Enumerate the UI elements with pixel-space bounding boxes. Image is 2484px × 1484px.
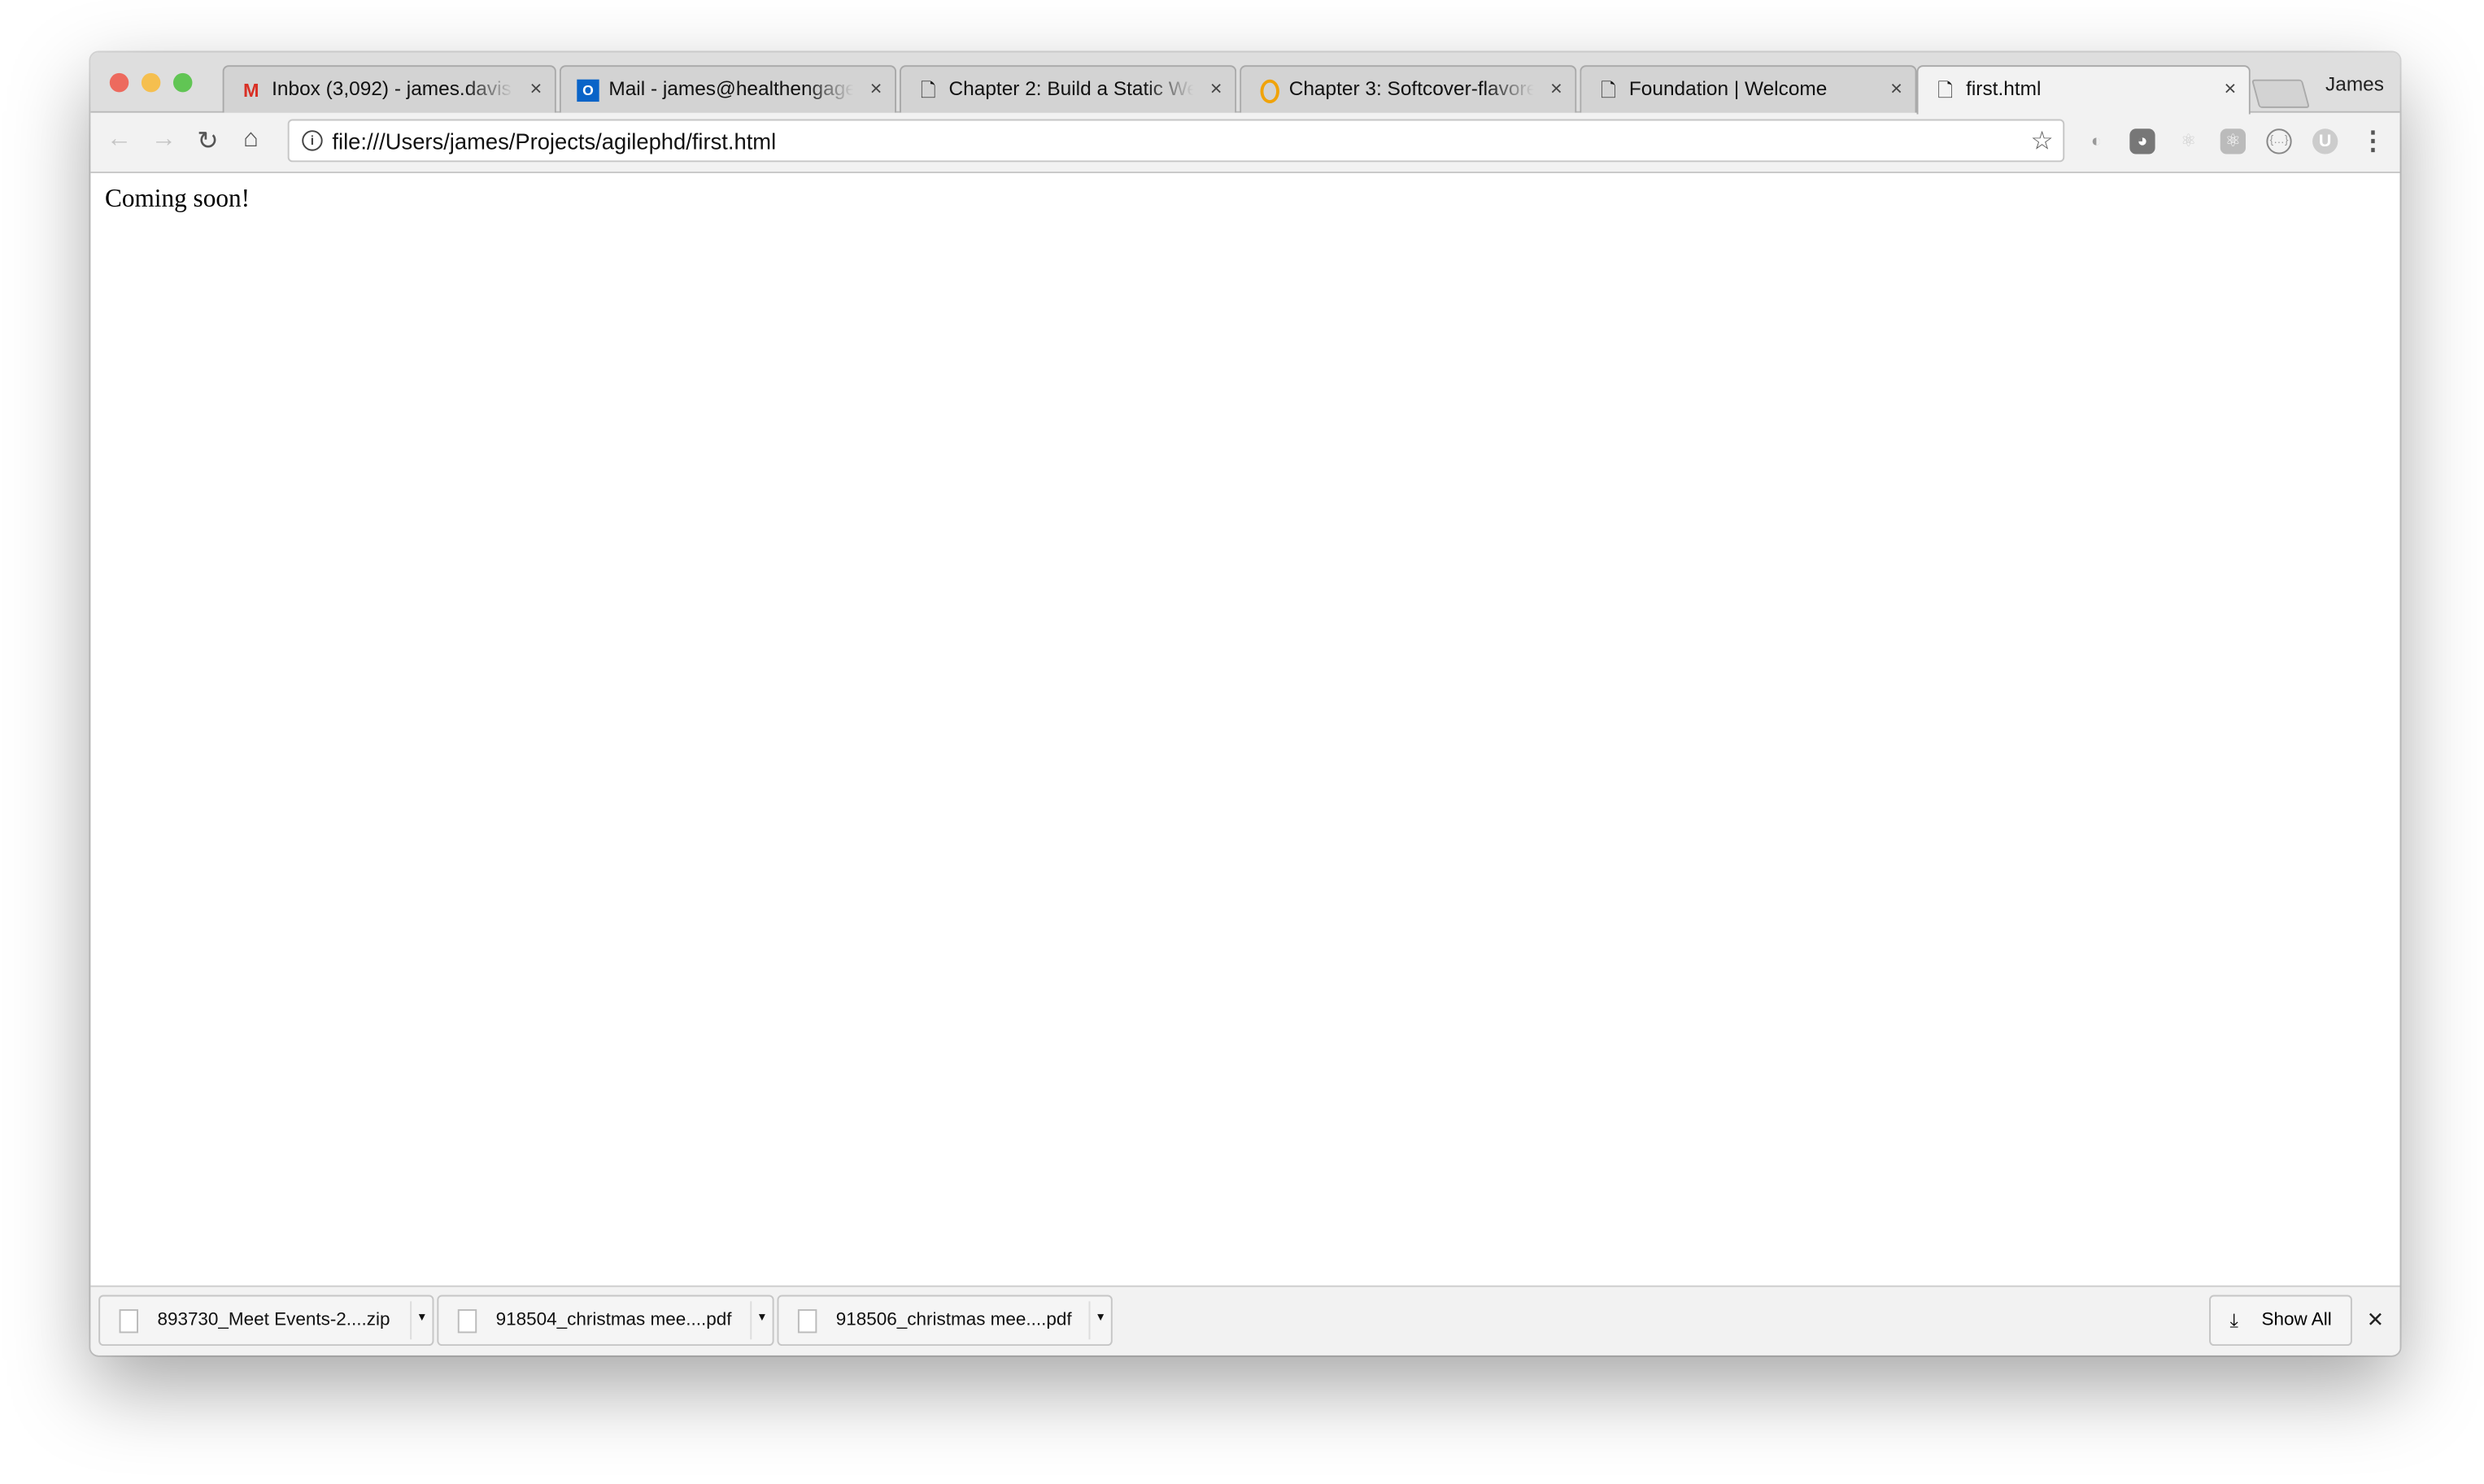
json-viewer-icon[interactable]: {…} [2266,128,2292,154]
close-tab-icon[interactable]: × [1550,76,1562,100]
reload-icon[interactable]: ↻ [197,125,218,157]
toolbar: ← → ↻ ⌂ i file:///Users/james/Projects/a… [90,112,2400,173]
profile-button[interactable]: James [2325,73,2384,95]
download-icon: ⤓ [2229,1309,2238,1332]
tab-strip: M Inbox (3,092) - james.davis × O Mail -… [90,52,2400,115]
close-tab-icon[interactable]: × [529,76,542,100]
tab-inbox[interactable]: M Inbox (3,092) - james.davis × [222,65,556,113]
forward-arrow-icon[interactable]: → [151,125,176,154]
close-tab-icon[interactable]: × [870,76,882,100]
download-item[interactable]: 918506_christmas mee....pdf ▼ [777,1295,1113,1347]
pdf-file-icon [797,1309,817,1334]
home-icon[interactable]: ⌂ [243,125,259,154]
ublock-icon[interactable]: U [2312,128,2338,154]
close-window-button[interactable] [109,72,129,93]
browser-window: M Inbox (3,092) - james.davis × O Mail -… [90,52,2400,1356]
gmail-icon: M [242,79,259,102]
download-item[interactable]: 893730_Meet Events-2....zip ▼ [98,1295,434,1347]
dropdown-arrow-icon[interactable]: ▼ [410,1301,432,1340]
address-bar[interactable]: i file:///Users/james/Projects/agilephd/… [287,119,2065,163]
back-arrow-icon[interactable]: ← [107,125,132,154]
tab-chapter-2[interactable]: 🗋 Chapter 2: Build a Static Website × [899,65,1237,113]
dropdown-arrow-icon[interactable]: ▼ [1088,1301,1110,1340]
url-text[interactable]: file:///Users/james/Projects/agilephd/fi… [332,128,776,154]
new-tab-button[interactable] [2251,79,2310,108]
zoom-window-button[interactable] [172,72,193,93]
outlook-icon: O [577,79,599,102]
minimize-window-button[interactable] [141,72,161,93]
close-tab-icon[interactable]: × [1890,76,1902,100]
info-icon[interactable]: i [302,130,323,151]
document-icon: 🗋 [920,79,936,102]
extension-1-icon[interactable]: ◐ [2084,128,2109,154]
close-tab-icon[interactable]: × [1210,76,1222,100]
pdf-file-icon [457,1309,477,1334]
downloads-bar: 893730_Meet Events-2....zip ▼ 918504_chr… [90,1285,2400,1356]
tab-first-html[interactable]: 🗋 first.html × [1916,65,2251,115]
close-tab-icon[interactable]: × [2224,76,2236,100]
tab-chapter-3[interactable]: Chapter 3: Softcover-flavored × [1240,65,1577,113]
page-content: Coming soon! [90,172,2400,1286]
dropdown-arrow-icon[interactable]: ▼ [750,1301,772,1340]
tab-foundation[interactable]: 🗋 Foundation | Welcome × [1580,65,1917,113]
menu-kebab-icon[interactable]: ⋮ [2360,125,2386,157]
document-icon: 🗋 [1601,79,1616,102]
coming-soon-text: Coming soon! [104,185,251,213]
close-downloads-icon[interactable]: ✕ [2367,1308,2384,1333]
show-all-button[interactable]: ⤓ Show All [2209,1295,2352,1347]
download-item[interactable]: 918504_christmas mee....pdf ▼ [437,1295,774,1347]
opera-ring-icon [1260,79,1279,104]
bookmark-star-icon[interactable]: ☆ [2031,125,2054,157]
extension-2-icon[interactable]: ◕ [2129,128,2155,154]
tab-mail[interactable]: O Mail - james@healthengage × [559,65,897,113]
zip-file-icon [119,1309,138,1334]
document-icon: 🗋 [1937,79,1954,102]
react-devtools-icon[interactable]: ⚛ [2176,128,2201,154]
react-devtools-alt-icon[interactable]: ⚛ [2220,128,2246,154]
